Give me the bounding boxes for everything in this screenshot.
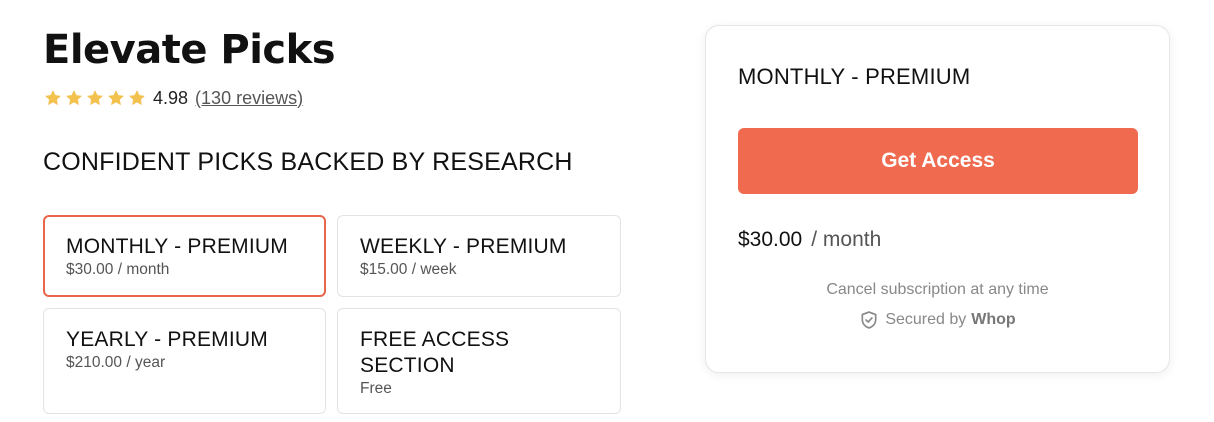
plan-price: $210.00 / year [66, 354, 166, 371]
reviews-link[interactable]: (130 reviews) [195, 88, 303, 109]
store-tagline: CONFIDENT PICKS BACKED BY RESEARCH [43, 148, 573, 176]
plan-card-weekly[interactable]: WEEKLY - PREMIUM $15.00 / week [337, 215, 621, 297]
star-icon [129, 90, 145, 106]
secured-label: Secured by [885, 311, 967, 328]
plan-price: Free [360, 380, 392, 397]
rating-stars [43, 88, 147, 108]
plan-card-yearly[interactable]: YEARLY - PREMIUM $210.00 / year [43, 308, 326, 414]
checkout-plan-name: MONTHLY - PREMIUM [738, 64, 971, 89]
plan-card-monthly[interactable]: MONTHLY - PREMIUM $30.00 / month [43, 215, 326, 297]
plan-price: $30.00 / month [66, 261, 170, 278]
star-icon [66, 90, 82, 106]
shield-check-icon [861, 311, 877, 329]
rating-value: 4.98 [153, 87, 189, 108]
whop-brand: Whop [971, 311, 1016, 328]
plan-name: MONTHLY - PREMIUM [66, 235, 288, 258]
checkout-price: $30.00 / month [738, 228, 881, 252]
price-period: / month [811, 228, 882, 251]
star-icon [45, 90, 61, 106]
rating-row: 4.98 (130 reviews) [43, 86, 303, 110]
plan-name: WEEKLY - PREMIUM [360, 235, 567, 258]
plan-card-free[interactable]: FREE ACCESS SECTION Free [337, 308, 621, 414]
price-amount: $30.00 [738, 228, 803, 251]
cancel-note: Cancel subscription at any time [826, 281, 1049, 298]
checkout-panel: MONTHLY - PREMIUM Get Access $30.00 / mo… [705, 25, 1170, 373]
star-icon [87, 90, 103, 106]
plan-name: FREE ACCESS SECTION [360, 328, 510, 377]
secured-by: Secured by Whop [706, 310, 1169, 330]
get-access-button[interactable]: Get Access [738, 128, 1138, 194]
page-title: Elevate Picks [43, 27, 336, 73]
plan-name: YEARLY - PREMIUM [66, 328, 268, 351]
star-icon [108, 90, 124, 106]
plan-price: $15.00 / week [360, 261, 457, 278]
